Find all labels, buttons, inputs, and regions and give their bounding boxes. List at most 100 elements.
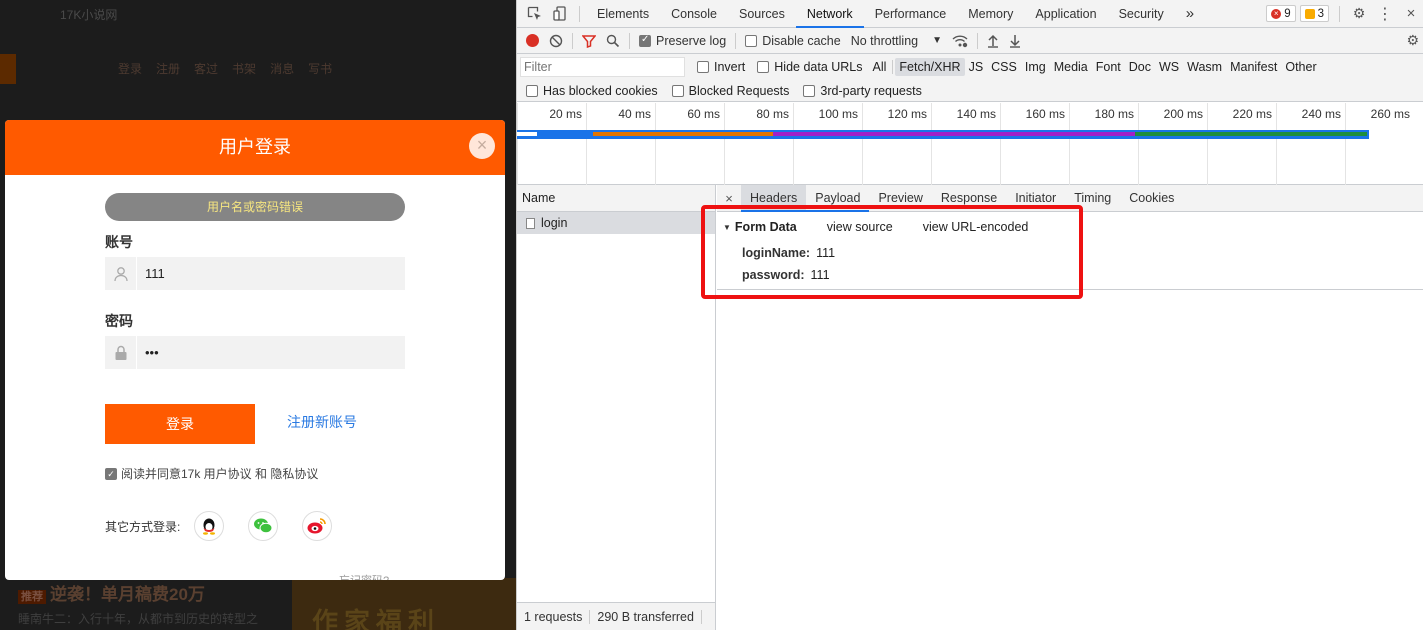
document-icon (526, 217, 535, 229)
forgot-password-link[interactable]: 忘记密码? (339, 572, 389, 580)
preserve-log-checkbox[interactable]: Preserve log (634, 28, 731, 54)
invert-checkbox[interactable]: Invert (691, 60, 751, 74)
blocked-requests-box (671, 84, 684, 97)
site-nav-login[interactable]: 登录 (118, 60, 142, 77)
filter-type-all[interactable]: All (869, 58, 891, 76)
site-nav-bookshelf[interactable]: 书架 (232, 60, 256, 77)
has-blocked-cookies-checkbox[interactable]: Has blocked cookies (517, 84, 665, 98)
filter-divider (892, 60, 894, 74)
kebab-menu-icon[interactable]: ⋮ (1372, 0, 1398, 28)
error-count-badge[interactable]: × 9 (1266, 5, 1296, 22)
site-nav-write[interactable]: 写书 (308, 60, 332, 77)
warning-count: 3 (1317, 7, 1324, 20)
tab-network[interactable]: Network (795, 0, 864, 28)
import-har-icon[interactable] (982, 28, 1004, 54)
timeline-bar-orange (593, 132, 773, 136)
tab-security[interactable]: Security (1108, 0, 1175, 28)
filter-type-media[interactable]: Media (1050, 58, 1092, 76)
site-nav-history[interactable]: 客过 (194, 60, 218, 77)
site-nav-register[interactable]: 注册 (156, 60, 180, 77)
warning-count-badge[interactable]: 3 (1299, 5, 1329, 22)
toolbar-divider-2 (629, 32, 630, 49)
agree-checkbox[interactable]: ✓ (105, 467, 117, 480)
filter-input[interactable] (520, 57, 685, 77)
third-party-label: 3rd-party requests (820, 83, 922, 98)
weibo-icon[interactable] (302, 511, 332, 541)
close-devtools-icon[interactable]: × (1398, 0, 1423, 28)
timeline-tick: 180 ms (1069, 103, 1138, 185)
hide-data-urls-checkbox[interactable]: Hide data URLs (751, 60, 868, 74)
agree-text: 阅读并同意17k 用户协议 和 隐私协议 (121, 467, 319, 481)
toolbar-divider-4 (977, 32, 979, 49)
error-icon: × (1271, 8, 1282, 19)
account-value: 111 (145, 266, 165, 281)
site-banner-text: 作家福利 (312, 607, 441, 630)
timeline-tick: 120 ms (862, 103, 931, 185)
timeline-bar-white (517, 132, 537, 136)
third-party-checkbox[interactable]: 3rd-party requests (796, 84, 928, 98)
annotation-highlight-box (701, 205, 1083, 299)
timeline-tick: 60 ms (655, 103, 724, 185)
timeline-tick: 100 ms (793, 103, 862, 185)
tab-elements[interactable]: Elements (586, 0, 660, 28)
search-icon[interactable] (601, 28, 625, 54)
filter-type-other[interactable]: Other (1281, 58, 1320, 76)
filter-type-manifest[interactable]: Manifest (1226, 58, 1281, 76)
filter-funnel-icon[interactable] (577, 28, 601, 54)
login-error-message: 用户名或密码错误 (105, 193, 405, 221)
request-list-header[interactable]: Name (517, 185, 715, 212)
clear-icon[interactable] (544, 28, 568, 54)
filter-type-font[interactable]: Font (1092, 58, 1125, 76)
password-field[interactable]: ••• (105, 336, 405, 369)
disable-cache-label: Disable cache (762, 33, 841, 48)
register-link[interactable]: 注册新账号 (287, 412, 357, 432)
disable-cache-box (745, 34, 758, 47)
disable-cache-checkbox[interactable]: Disable cache (740, 28, 846, 54)
network-status-bar: 1 requests 290 B transferred (517, 602, 715, 630)
record-icon[interactable] (517, 28, 544, 54)
filter-type-wasm[interactable]: Wasm (1183, 58, 1226, 76)
blocked-requests-checkbox[interactable]: Blocked Requests (665, 84, 797, 98)
tab-memory[interactable]: Memory (957, 0, 1024, 28)
request-row[interactable]: login (517, 212, 715, 234)
settings-gear-icon[interactable]: ⚙ (1346, 0, 1372, 28)
chevron-down-icon: ▼ (932, 35, 943, 46)
filter-type-ws[interactable]: WS (1155, 58, 1183, 76)
filter-type-img[interactable]: Img (1021, 58, 1050, 76)
close-icon[interactable]: × (469, 133, 495, 159)
tab-cookies[interactable]: Cookies (1120, 185, 1183, 212)
filter-type-css[interactable]: CSS (987, 58, 1021, 76)
hide-data-urls-box (757, 61, 770, 73)
filter-type-js[interactable]: JS (965, 58, 988, 76)
toolbar-divider-3 (735, 32, 737, 49)
login-modal-title: 用户登录 (219, 137, 291, 157)
tab-sources[interactable]: Sources (728, 0, 796, 28)
preserve-log-box (639, 34, 651, 47)
network-filter-bar-2: Has blocked cookies Blocked Requests 3rd… (517, 80, 1423, 102)
network-conditions-icon[interactable] (947, 28, 973, 54)
user-icon (105, 257, 137, 290)
filter-type-fetch-xhr[interactable]: Fetch/XHR (895, 58, 965, 76)
login-submit-button[interactable]: 登录 (105, 404, 255, 444)
inspect-element-icon[interactable] (521, 0, 547, 28)
export-har-icon[interactable] (1004, 28, 1026, 54)
account-field[interactable]: 111 (105, 257, 405, 290)
network-settings-gear-icon[interactable]: ⚙ (1401, 28, 1423, 54)
close-details-icon[interactable]: × (717, 191, 741, 206)
device-toolbar-icon[interactable] (547, 0, 573, 28)
wechat-icon[interactable] (248, 511, 278, 541)
tab-console[interactable]: Console (660, 0, 728, 28)
network-overview-timeline[interactable]: 20 ms 40 ms 60 ms 80 ms 100 ms 120 ms 14… (517, 103, 1423, 185)
tab-application[interactable]: Application (1024, 0, 1107, 28)
throttling-select[interactable]: No throttling ▼ (846, 28, 947, 54)
website-viewport: 17K小说网 登录 注册 客过 书架 消息 写书 推荐 逆袭！单月稿费20万 睡南… (0, 0, 516, 630)
hide-data-urls-label: Hide data URLs (774, 60, 863, 74)
lock-icon (105, 336, 137, 369)
password-value: ••• (145, 345, 159, 360)
qq-icon[interactable] (194, 511, 224, 541)
devtools-panel: Elements Console Sources Network Perform… (516, 0, 1423, 630)
filter-type-doc[interactable]: Doc (1125, 58, 1155, 76)
site-nav-messages[interactable]: 消息 (270, 60, 294, 77)
tab-performance[interactable]: Performance (864, 0, 958, 28)
more-tabs-icon[interactable]: » (1175, 0, 1205, 28)
